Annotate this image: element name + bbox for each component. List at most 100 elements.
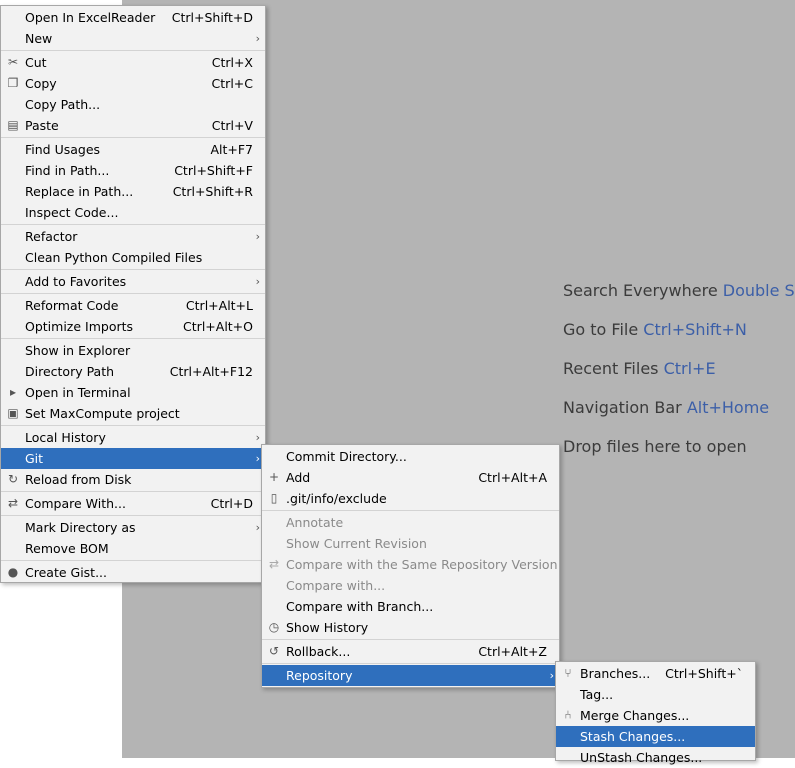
menu-item-directory-path[interactable]: Directory Path Ctrl+Alt+F12 [1,361,265,382]
menu-item-shortcut: Alt+F7 [210,142,253,157]
reload-icon: ↻ [7,472,19,486]
menu-item-label: Compare with the Same Repository Version [286,557,558,572]
menu-item-shortcut: Ctrl+X [211,55,253,70]
menu-item-compare-with-branch[interactable]: Compare with Branch... [262,596,559,617]
clock-icon: ◷ [268,620,280,634]
menu-item-copy-path[interactable]: Copy Path... [1,94,265,115]
menu-item-create-gist[interactable]: ● Create Gist... [1,562,265,583]
menu-item-label: Copy Path... [25,97,101,112]
chevron-right-icon: › [255,275,260,288]
menu-item-show-history[interactable]: ◷ Show History [262,617,559,638]
menu-item-remove-bom[interactable]: Remove BOM [1,538,265,559]
menu-item-label: Set MaxCompute project [25,406,180,421]
menu-item-shortcut: Ctrl+C [211,76,253,91]
menu-item-label: Compare with... [286,578,386,593]
menu-item-set-maxcompute-project[interactable]: ▣ Set MaxCompute project [1,403,265,424]
menu-item-replace-in-path[interactable]: Replace in Path... Ctrl+Shift+R [1,181,265,202]
menu-item-label: Inspect Code... [25,205,119,220]
menu-item-rollback[interactable]: ↺ Rollback... Ctrl+Alt+Z [262,641,559,662]
context-menu: Open In ExcelReader Ctrl+Shift+D New › ✂ Cut C… [0,5,266,583]
menu-item-shortcut: Ctrl+Alt+O [183,319,253,334]
menu-item-branches[interactable]: ⑂ Branches... Ctrl+Shift+` [556,663,755,684]
compare-icon: ⇄ [268,557,280,571]
menu-item-label: Create Gist... [25,565,108,580]
hint-search-everywhere: Search Everywhere Double Shift [563,281,795,300]
menu-item-label: Add [286,470,311,485]
menu-separator [1,269,265,270]
menu-item-label: Show in Explorer [25,343,131,358]
menu-item-label: Add to Favorites [25,274,127,289]
menu-item-shortcut: Ctrl+Shift+F [174,163,253,178]
menu-separator [1,515,265,516]
menu-item-label: New [25,31,53,46]
menu-item-label: Branches... [580,666,651,681]
menu-item-repository[interactable]: Repository › [262,665,559,686]
menu-item-compare-with-the-same-repository-version: ⇄ Compare with the Same Repository Versio… [262,554,559,575]
menu-item-show-current-revision: Show Current Revision [262,533,559,554]
menu-item-label: Cut [25,55,47,70]
menu-separator [1,137,265,138]
terminal-icon: ▸ [9,385,17,399]
scissors-icon: ✂ [7,55,19,69]
menu-item-label: Open In ExcelReader [25,10,156,25]
menu-item-paste[interactable]: ▤ Paste Ctrl+V [1,115,265,136]
menu-item-merge-changes[interactable]: ⑃ Merge Changes... [556,705,755,726]
menu-item-refactor[interactable]: Refactor › [1,226,265,247]
chevron-right-icon: › [255,452,260,465]
menu-item-label: Optimize Imports [25,319,134,334]
menu-item-label: Paste [25,118,59,133]
menu-item-open-in-excelreader[interactable]: Open In ExcelReader Ctrl+Shift+D [1,7,265,28]
menu-item-compare-with[interactable]: ⇄ Compare With... Ctrl+D [1,493,265,514]
menu-item-reload-from-disk[interactable]: ↻ Reload from Disk [1,469,265,490]
menu-item-stash-changes[interactable]: Stash Changes... [556,726,755,747]
menu-item-label: Show History [286,620,369,635]
menu-item-shortcut: Ctrl+Alt+L [185,298,253,313]
menu-item-inspect-code[interactable]: Inspect Code... [1,202,265,223]
menu-item-clean-python-compiled-files[interactable]: Clean Python Compiled Files [1,247,265,268]
hint-navigation-bar: Navigation Bar Alt+Home [563,398,770,417]
menu-item-new[interactable]: New › [1,28,265,49]
menu-item-add[interactable]: + Add Ctrl+Alt+A [262,467,559,488]
maxcompute-icon: ▣ [7,406,19,420]
menu-item-cut[interactable]: ✂ Cut Ctrl+X [1,52,265,73]
menu-item-open-in-terminal[interactable]: ▸ Open in Terminal [1,382,265,403]
hint-drop-files: Drop files here to open [563,437,747,456]
menu-separator [1,425,265,426]
menu-item-optimize-imports[interactable]: Optimize Imports Ctrl+Alt+O [1,316,265,337]
rollback-icon: ↺ [268,644,280,658]
menu-item-label: Commit Directory... [286,449,407,464]
menu-separator [1,293,265,294]
menu-item-label: Compare With... [25,496,126,511]
menu-item-compare-with: Compare with... [262,575,559,596]
menu-item-git-info-exclude[interactable]: ▯ .git/info/exclude [262,488,559,509]
menu-item-shortcut: Ctrl+Shift+R [172,184,253,199]
menu-item-git[interactable]: Git › [1,448,265,469]
merge-icon: ⑃ [564,708,572,722]
menu-item-shortcut: Ctrl+Alt+F12 [169,364,253,379]
menu-item-find-in-path[interactable]: Find in Path... Ctrl+Shift+F [1,160,265,181]
menu-item-label: Stash Changes... [580,729,686,744]
menu-item-find-usages[interactable]: Find Usages Alt+F7 [1,139,265,160]
menu-item-copy[interactable]: ❐ Copy Ctrl+C [1,73,265,94]
menu-item-local-history[interactable]: Local History › [1,427,265,448]
menu-item-annotate: Annotate [262,512,559,533]
menu-item-commit-directory[interactable]: Commit Directory... [262,446,559,467]
chevron-right-icon: › [255,521,260,534]
chevron-right-icon: › [255,230,260,243]
menu-item-shortcut: Ctrl+Shift+D [171,10,253,25]
menu-item-shortcut: Ctrl+Shift+` [665,666,743,681]
menu-item-label: Merge Changes... [580,708,690,723]
menu-item-label: Clean Python Compiled Files [25,250,203,265]
menu-item-mark-directory-as[interactable]: Mark Directory as › [1,517,265,538]
menu-item-label: Directory Path [25,364,115,379]
menu-separator [1,338,265,339]
menu-item-label: Mark Directory as [25,520,136,535]
menu-item-shortcut: Ctrl+Alt+A [478,470,547,485]
menu-item-label: Compare with Branch... [286,599,434,614]
menu-item-add-to-favorites[interactable]: Add to Favorites › [1,271,265,292]
menu-item-reformat-code[interactable]: Reformat Code Ctrl+Alt+L [1,295,265,316]
menu-item-label: Annotate [286,515,344,530]
menu-item-tag[interactable]: Tag... [556,684,755,705]
menu-item-shortcut: Ctrl+D [210,496,253,511]
menu-item-show-in-explorer[interactable]: Show in Explorer [1,340,265,361]
